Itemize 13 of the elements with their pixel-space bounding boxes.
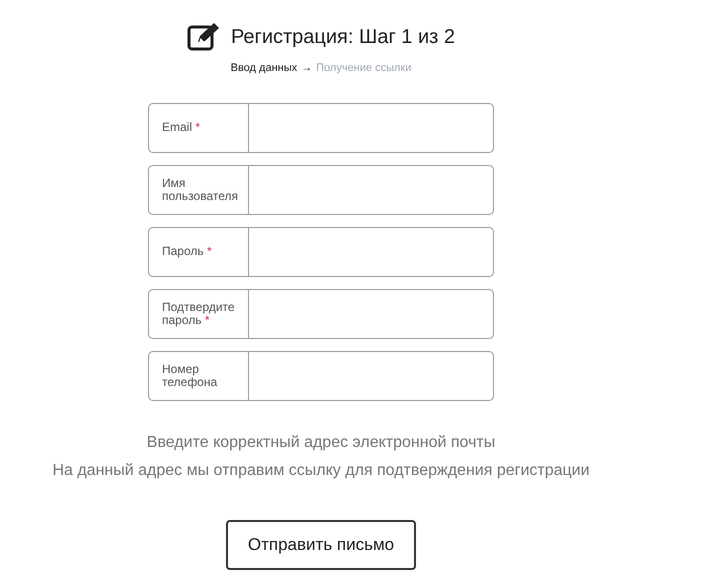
step-label: Ввод данных	[230, 61, 298, 76]
hint-text: На данный адрес мы отправим ссылку для подтверждения регистрации	[52, 460, 590, 480]
field-label: Пароль *	[162, 245, 212, 258]
send-email-button[interactable]: Отправить письмо	[226, 520, 416, 570]
arrow-separator: →	[301, 61, 312, 76]
field-label: Подтвердите пароль *	[162, 300, 236, 326]
field-label: Имя пользователя	[162, 176, 239, 202]
field-label: Номер телефона	[162, 362, 218, 388]
step-label: Получение ссылки	[316, 61, 412, 76]
page-title: Регистрация: Шаг 1 из 2	[230, 25, 456, 50]
edit-icon	[186, 22, 221, 52]
field-label: Email *	[162, 121, 200, 134]
hint-text: Введите корректный адрес электронной почты	[146, 432, 496, 452]
